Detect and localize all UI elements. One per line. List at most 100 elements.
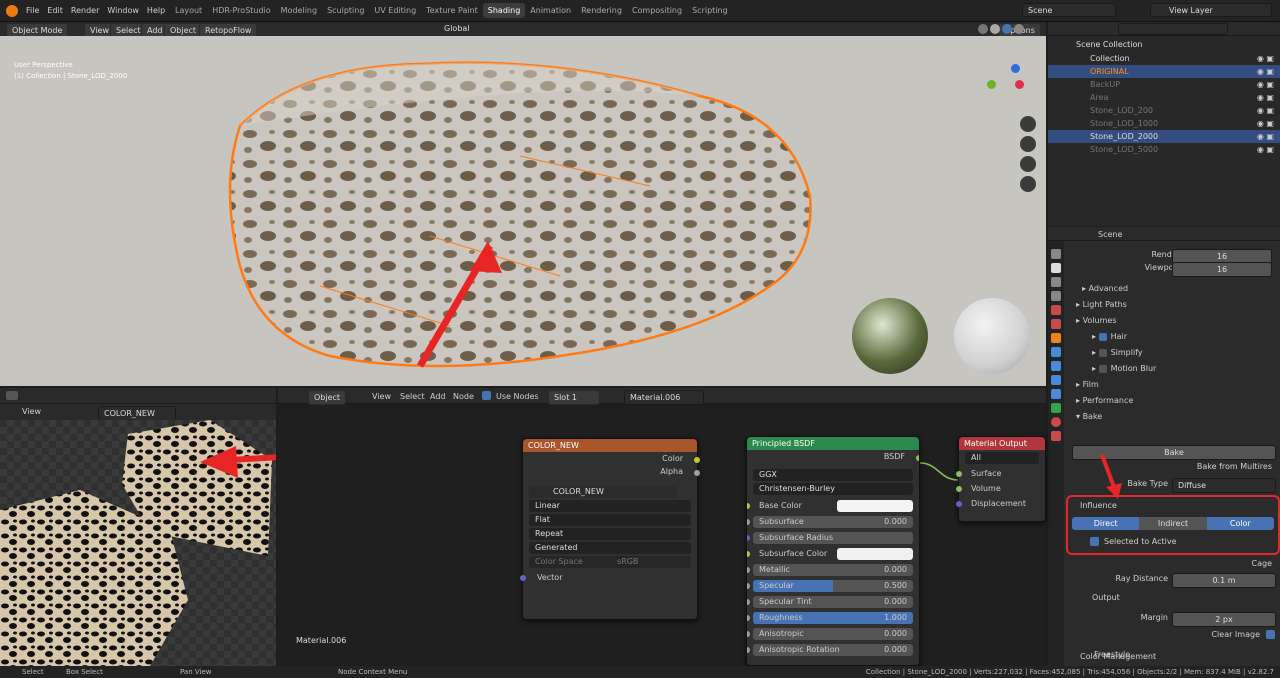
scene-selector[interactable]: Scene — [1022, 3, 1116, 17]
expand-chevron-icon[interactable]: ▸ — [1092, 332, 1099, 341]
material-output-title[interactable]: Material Output — [959, 437, 1045, 450]
material-output-node[interactable]: Material Output All Surface Volume Displac… — [956, 436, 1046, 522]
wireframe-shading-icon[interactable] — [978, 24, 988, 34]
workspace-tab-texture-paint[interactable]: Texture Paint — [421, 3, 483, 18]
interpolation-select[interactable]: Linear — [529, 500, 691, 512]
transform-orientation[interactable]: Global — [444, 24, 470, 33]
workspace-tab-sculpting[interactable]: Sculpting — [322, 3, 369, 18]
projection-select[interactable]: Flat — [529, 514, 691, 526]
source-select[interactable]: Generated — [529, 542, 691, 554]
input-field[interactable]: Roughness 1.000 — [753, 612, 913, 624]
visibility-icon[interactable]: ◉ ▣ — [1257, 52, 1274, 65]
zoom-icon[interactable] — [1020, 116, 1036, 132]
node-image-field[interactable]: COLOR_NEW — [529, 486, 677, 498]
input-socket[interactable] — [747, 631, 750, 637]
extension-select[interactable]: Repeat — [529, 528, 691, 540]
output-tab-icon[interactable] — [1051, 277, 1061, 287]
rendered-shading-icon[interactable] — [1014, 24, 1024, 34]
outliner-item[interactable]: Stone_LOD_200 ◉ ▣ — [1048, 104, 1280, 117]
section-checkbox[interactable] — [1098, 348, 1107, 357]
principled-bsdf-node[interactable]: Principled BSDF BSDF GGX Christensen-Bur… — [746, 436, 920, 666]
visibility-icon[interactable]: ◉ ▣ — [1257, 143, 1274, 156]
menu-render[interactable]: Render — [71, 6, 99, 15]
section-motion-blur[interactable]: ▸ Motion Blur — [1066, 361, 1280, 377]
material-shading-icon[interactable] — [1002, 24, 1012, 34]
input-field[interactable]: Subsurface 0.000 — [753, 516, 913, 528]
x-axis-icon[interactable] — [1015, 80, 1024, 89]
menu-edit[interactable]: Edit — [47, 6, 63, 15]
pan-icon[interactable] — [1020, 136, 1036, 152]
menu-window[interactable]: Window — [107, 6, 139, 15]
input-field[interactable]: Anisotropic 0.000 — [753, 628, 913, 640]
y-axis-icon[interactable] — [987, 80, 996, 89]
solid-shading-icon[interactable] — [990, 24, 1000, 34]
visibility-icon[interactable]: ◉ ▣ — [1257, 78, 1274, 91]
outliner-item[interactable]: Stone_LOD_2000 ◉ ▣ — [1048, 130, 1280, 143]
data-tab-icon[interactable] — [1051, 403, 1061, 413]
node-editor[interactable]: Object View Select Add Node Use Nodes Sl… — [278, 388, 1046, 666]
visibility-icon[interactable]: ◉ ▣ — [1257, 117, 1274, 130]
section-performance[interactable]: ▸ Performance — [1066, 393, 1280, 409]
input-field[interactable]: Specular 0.500 — [753, 580, 913, 592]
color-swatch[interactable] — [837, 500, 913, 512]
subsurface-method-select[interactable]: Christensen-Burley — [753, 483, 913, 495]
color-output-socket[interactable] — [694, 457, 700, 463]
section-volumes[interactable]: ▸ Volumes — [1066, 313, 1280, 329]
color-space-select[interactable]: Color Space sRGB — [529, 556, 691, 568]
workspace-tab-uv-editing[interactable]: UV Editing — [369, 3, 421, 18]
section-bake[interactable]: ▾ Bake — [1066, 409, 1280, 425]
render-tab-icon[interactable] — [1051, 263, 1061, 273]
texture-tab-icon[interactable] — [1051, 431, 1061, 441]
input-socket[interactable] — [747, 535, 750, 541]
alpha-output-socket[interactable] — [694, 470, 700, 476]
input-socket[interactable] — [956, 471, 962, 477]
outliner-item[interactable]: ORIGINAL ◉ ▣ — [1048, 65, 1280, 78]
world-tab-icon[interactable] — [1051, 319, 1061, 329]
clear-image-checkbox[interactable] — [1266, 630, 1275, 639]
workspace-tab-rendering[interactable]: Rendering — [576, 3, 627, 18]
input-field[interactable]: Anisotropic Rotation 0.000 — [753, 644, 913, 656]
workspace-tab-layout[interactable]: Layout — [170, 3, 207, 18]
section-checkbox[interactable] — [1098, 332, 1107, 341]
outliner-item[interactable]: Stone_LOD_1000 ◉ ▣ — [1048, 117, 1280, 130]
section-advanced[interactable]: ▸ Advanced — [1066, 281, 1280, 297]
outliner-item[interactable]: Collection ◉ ▣ — [1048, 52, 1280, 65]
z-axis-icon[interactable] — [1011, 64, 1020, 73]
input-socket[interactable] — [747, 551, 750, 557]
cage-label[interactable]: Cage — [1166, 559, 1273, 568]
workspace-tab-shading[interactable]: Shading — [482, 3, 526, 18]
workspace-tab-modeling[interactable]: Modeling — [276, 3, 322, 18]
menu-file[interactable]: File — [26, 6, 39, 15]
color-management-section[interactable]: Color Management — [1080, 652, 1156, 661]
color-toggle[interactable]: Color — [1206, 517, 1274, 530]
output-header[interactable]: Output — [1092, 593, 1120, 602]
input-socket[interactable] — [956, 501, 962, 507]
input-field[interactable]: Specular Tint 0.000 — [753, 596, 913, 608]
outliner-item[interactable]: BackUP ◉ ▣ — [1048, 78, 1280, 91]
section-hair[interactable]: ▸ Hair — [1066, 329, 1280, 345]
viewport-samples-field[interactable]: 16 — [1172, 262, 1272, 277]
distribution-select[interactable]: GGX — [753, 469, 913, 481]
image-view-menu[interactable]: View — [22, 407, 41, 416]
visibility-icon[interactable]: ◉ ▣ — [1257, 91, 1274, 104]
material-tab-icon[interactable] — [1051, 417, 1061, 427]
section-light-paths[interactable]: ▸ Light Paths — [1066, 297, 1280, 313]
3d-viewport[interactable]: User Perspective (1) Collection | Stone_… — [0, 36, 1046, 386]
outliner-item[interactable]: Area ◉ ▣ — [1048, 91, 1280, 104]
indirect-toggle[interactable]: Indirect — [1139, 517, 1207, 530]
tool-tab-icon[interactable] — [1051, 249, 1061, 259]
image-canvas[interactable] — [0, 420, 401, 666]
input-field[interactable]: Metallic 0.000 — [753, 564, 913, 576]
selected-to-active-checkbox[interactable] — [1090, 537, 1099, 546]
particles-tab-icon[interactable] — [1051, 361, 1061, 371]
image-texture-node-title[interactable]: COLOR_NEW — [523, 439, 697, 452]
view-layer-field[interactable]: View Layer — [1150, 3, 1272, 17]
bake-multires-label[interactable]: Bake from Multires — [1126, 462, 1272, 471]
input-socket[interactable] — [747, 567, 750, 573]
constraints-tab-icon[interactable] — [1051, 389, 1061, 399]
principled-bsdf-title[interactable]: Principled BSDF — [747, 437, 919, 450]
visibility-icon[interactable]: ◉ ▣ — [1257, 130, 1274, 143]
scene-tab-icon[interactable] — [1051, 305, 1061, 315]
visibility-icon[interactable]: ◉ ▣ — [1257, 104, 1274, 117]
input-socket[interactable] — [747, 647, 750, 653]
